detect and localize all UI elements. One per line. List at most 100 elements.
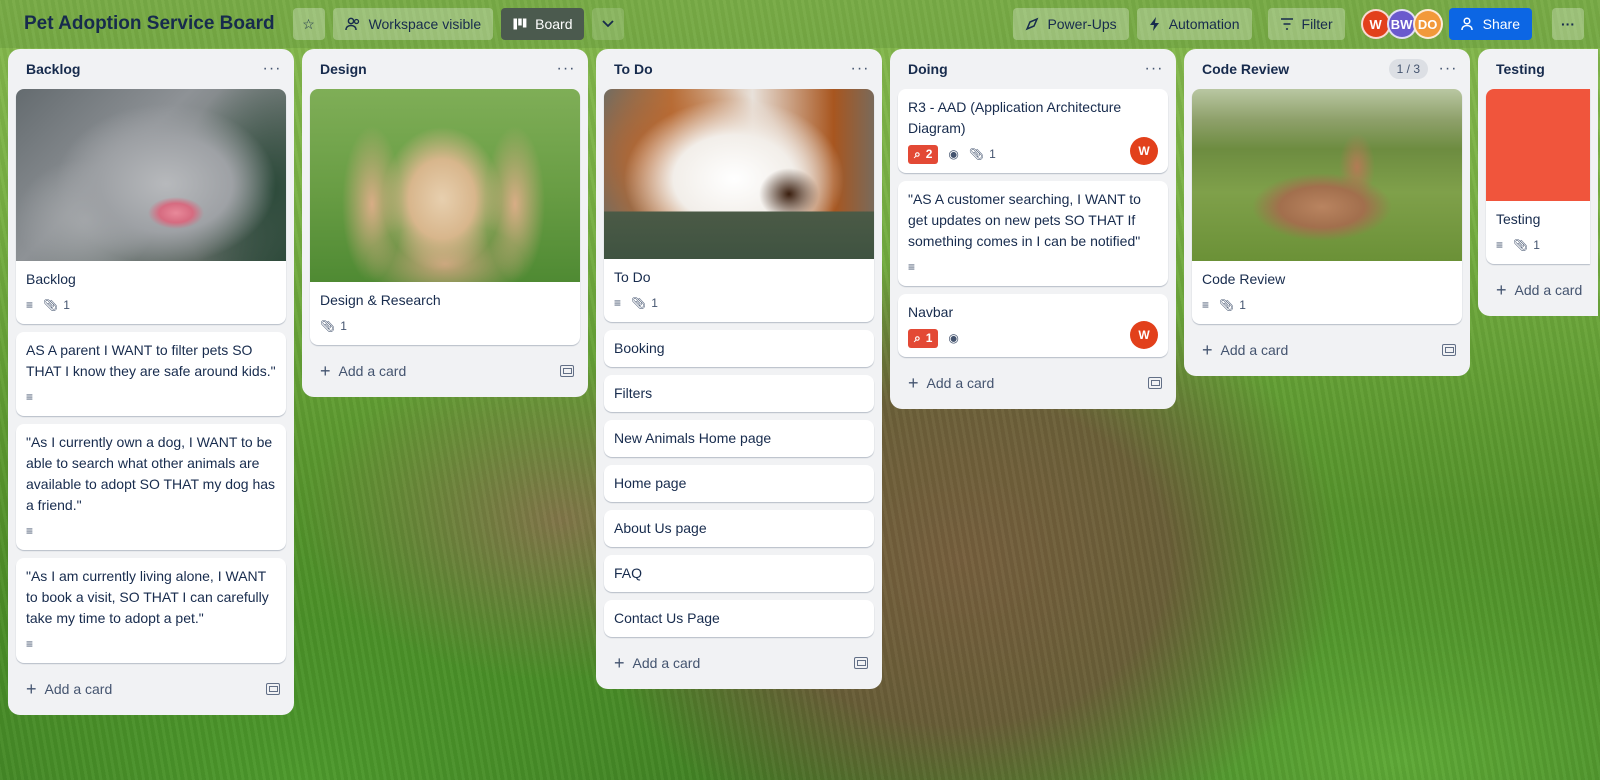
add-card-button[interactable]: + Add a card [310,353,580,389]
comment-badge: ⌕ 2 [908,144,939,164]
list-header: Testing [1486,49,1590,89]
board-title[interactable]: Pet Adoption Service Board [24,13,275,35]
add-card-label: Add a card [1220,342,1289,358]
card[interactable]: Home page [604,465,874,502]
card[interactable]: Code Review ≡ 📎︎ 1 [1192,89,1462,324]
board-menu-button[interactable]: ··· [1552,8,1584,40]
comment-icon: ⌕ [914,146,921,161]
board-view-button[interactable]: Board [501,8,585,40]
list-menu-button[interactable]: ··· [258,55,286,83]
card-badges: ≡ 📎︎ 1 [1202,294,1450,316]
card-template-icon[interactable] [1442,344,1456,356]
bolt-icon [1149,17,1161,31]
card[interactable]: Contact Us Page [604,600,874,637]
plus-icon: + [26,678,37,699]
add-card-button[interactable]: + Add a card [16,671,286,707]
card[interactable]: "AS A customer searching, I WANT to get … [898,181,1168,286]
attachment-badge: 📎︎ 1 [1513,238,1540,252]
card[interactable]: Design & Research 📎︎ 1 [310,89,580,345]
card-title: Code Review [1202,271,1286,287]
visibility-button[interactable]: Workspace visible [332,8,494,40]
card-template-icon[interactable] [1148,377,1162,389]
member-avatar[interactable]: DO [1412,9,1443,39]
attachment-count: 1 [989,147,996,161]
card[interactable]: Filters [604,375,874,412]
more-icon: ··· [1438,60,1458,77]
card-template-icon[interactable] [266,683,280,695]
card[interactable]: "As I currently own a dog, I WANT to be … [16,424,286,550]
card[interactable]: About Us page [604,510,874,547]
card[interactable]: R3 - AAD (Application Architecture Diagr… [898,89,1168,173]
list-menu-button[interactable]: ··· [1434,55,1462,83]
board-header: Pet Adoption Service Board ☆ Workspace v… [0,0,1600,48]
automation-button[interactable]: Automation [1136,8,1252,40]
add-card-button[interactable]: + Add a card [1486,272,1590,308]
card-title: About Us page [614,520,707,536]
card[interactable]: Booking [604,330,874,367]
comment-count: 1 [925,331,933,345]
card-title: R3 - AAD (Application Architecture Diagr… [908,99,1122,136]
card[interactable]: FAQ [604,555,874,592]
card-title: Booking [614,340,665,356]
star-board-button[interactable]: ☆ [292,8,325,40]
card-list: Testing ≡ 📎︎ 1 [1486,89,1590,264]
card-member-avatar[interactable]: W [1130,321,1158,349]
filter-button[interactable]: Filter [1267,8,1345,40]
more-icon: ··· [556,60,576,77]
card-title: "As I currently own a dog, I WANT to be … [26,434,276,513]
eye-icon: ◉ [948,331,959,345]
card-template-icon[interactable] [560,365,574,377]
filter-icon [1280,18,1294,30]
attachment-badge: 📎︎ 1 [1219,298,1246,312]
powerups-button[interactable]: Power-Ups [1013,8,1129,40]
card-cover-image [1486,89,1590,201]
description-icon: ≡ [1202,298,1210,312]
list-title[interactable]: Backlog [26,61,258,77]
card[interactable]: "As I am currently living alone, I WANT … [16,558,286,663]
card-title: AS A parent I WANT to filter pets SO THA… [26,342,276,379]
list-header: Backlog ··· [16,49,286,89]
list-title[interactable]: Design [320,61,552,77]
plus-icon: + [1202,339,1213,360]
plus-icon: + [908,372,919,393]
description-icon: ≡ [1496,238,1504,252]
card-badges: ≡ [26,386,276,408]
card-member-avatar[interactable]: W [1130,137,1158,165]
card[interactable]: Testing ≡ 📎︎ 1 [1486,89,1590,264]
list-title[interactable]: To Do [614,61,846,77]
list-title[interactable]: Doing [908,61,1140,77]
view-switcher-button[interactable] [592,8,625,40]
card[interactable]: Backlog ≡ 📎︎ 1 [16,89,286,324]
list-title[interactable]: Testing [1496,61,1590,77]
more-icon: ··· [262,60,282,77]
list-menu-button[interactable]: ··· [552,55,580,83]
description-icon: ≡ [26,390,34,404]
add-card-label: Add a card [44,681,113,697]
filter-label: Filter [1301,16,1333,32]
list-card-limit: 1 / 3 [1388,59,1428,79]
share-button[interactable]: Share [1448,8,1532,40]
list-menu-button[interactable]: ··· [1140,55,1168,83]
add-card-button[interactable]: + Add a card [1192,332,1462,368]
list-title[interactable]: Code Review [1202,61,1389,77]
card-title: Home page [614,475,687,491]
add-card-button[interactable]: + Add a card [898,365,1168,401]
list-header: Code Review 1 / 3 ··· [1192,49,1462,89]
list-menu-button[interactable]: ··· [846,55,874,83]
card-template-icon[interactable] [854,657,868,669]
card[interactable]: To Do ≡ 📎︎ 1 [604,89,874,322]
card-title: "AS A customer searching, I WANT to get … [908,191,1141,249]
description-icon: ≡ [26,298,34,312]
card[interactable]: Navbar ⌕ 1 ◉ W [898,294,1168,357]
card-badges: ≡ [26,633,276,655]
attachment-badge: 📎︎ 1 [631,296,658,310]
card-cover-image [1192,89,1462,261]
card[interactable]: New Animals Home page [604,420,874,457]
list-header: Doing ··· [898,49,1168,89]
attachment-count: 1 [63,298,70,312]
paperclip-icon: 📎︎ [1219,298,1235,312]
card[interactable]: AS A parent I WANT to filter pets SO THA… [16,332,286,416]
add-card-button[interactable]: + Add a card [604,645,874,681]
board-members: W BW DO [1360,9,1443,39]
paperclip-icon: 📎︎ [968,147,985,161]
